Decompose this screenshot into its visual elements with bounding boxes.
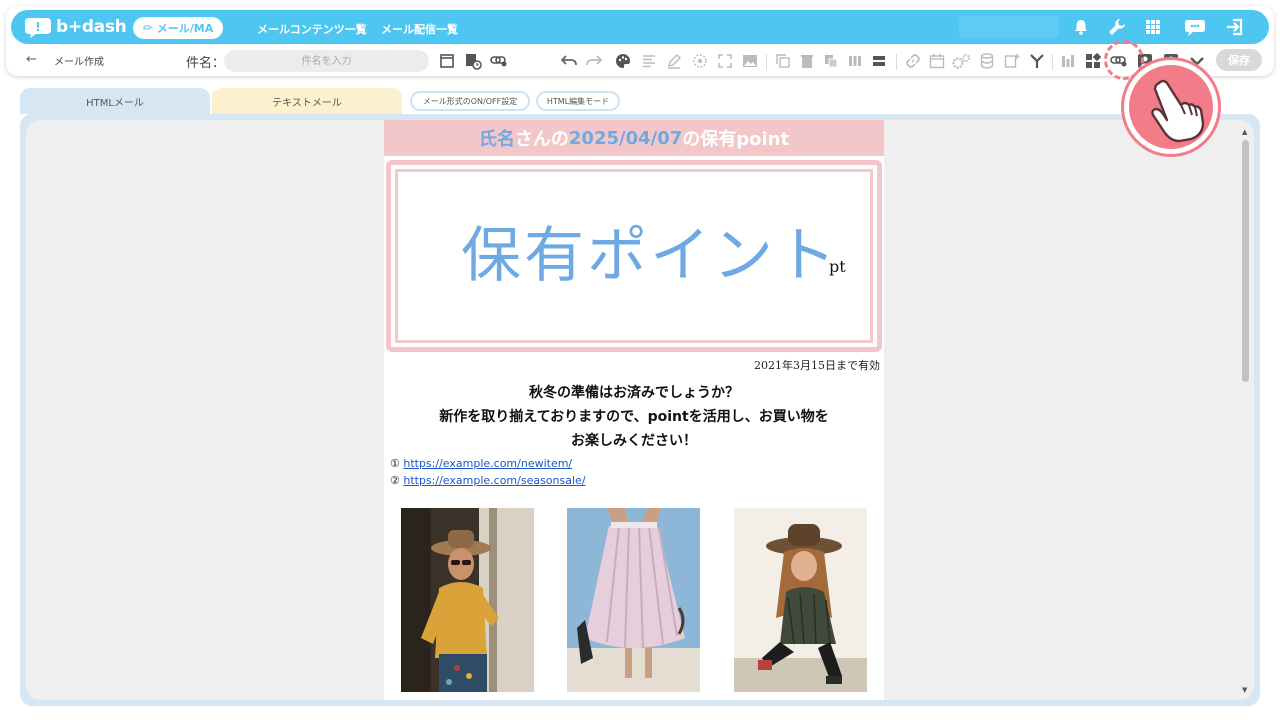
header-mid-text: さんの — [514, 129, 569, 150]
toolbar-separator — [1052, 54, 1053, 70]
validity-date-text: 2021年3月15日まで有効 — [754, 359, 880, 372]
database-icon[interactable] — [976, 49, 998, 73]
toolbar-separator — [896, 54, 897, 70]
nav-mail-delivery-link[interactable]: メール配信一覧 — [381, 21, 458, 37]
message-line: お楽しみください！ — [571, 433, 697, 449]
scroll-up-arrow-icon[interactable]: ▲ — [1242, 128, 1247, 136]
rows-icon[interactable] — [868, 49, 890, 73]
pencil-icon: ✏ — [142, 21, 153, 35]
logout-icon[interactable] — [1223, 15, 1247, 39]
speech-bubble-logo-icon: ! — [25, 18, 51, 38]
header-name-var: 氏名 — [478, 129, 515, 150]
header-date-var: 2025/04/07 — [568, 127, 683, 149]
nav-mail-ma-label: メール/MA — [156, 22, 214, 35]
points-box[interactable]: 保有ポイント pt — [386, 160, 882, 352]
undo-icon[interactable] — [558, 49, 580, 73]
palette-icon[interactable] — [612, 49, 634, 73]
link-icon[interactable] — [902, 49, 924, 73]
columns-icon[interactable] — [844, 49, 866, 73]
trash-icon[interactable] — [796, 49, 818, 73]
template-icon[interactable] — [436, 49, 458, 73]
header-tail-text: の保有point — [682, 129, 790, 150]
product-photo-hat-sitting[interactable] — [734, 508, 867, 692]
duplicate-icon[interactable] — [820, 49, 842, 73]
copy-icon[interactable] — [772, 49, 794, 73]
nav-mail-contents-link[interactable]: メールコンテンツ一覧 — [257, 21, 367, 37]
subject-input[interactable] — [224, 50, 429, 72]
back-arrow-icon[interactable]: ← — [26, 52, 37, 67]
fullscreen-icon[interactable] — [714, 49, 736, 73]
editor-canvas: 氏名 さんの 2025/04/07 の保有point 保有ポイント pt 202… — [26, 120, 1254, 700]
add-doc-icon[interactable] — [1001, 49, 1023, 73]
editor-toolbar: ← メール作成 件名： 件名を入力 保存 — [6, 46, 1274, 76]
email-header-banner[interactable]: 氏名 さんの 2025/04/07 の保有point — [384, 120, 884, 156]
mail-format-toggle-button[interactable]: メール形式のON/OFF設定 — [410, 91, 530, 111]
tab-html-mail[interactable]: HTMLメール — [20, 88, 210, 114]
link-row: ① https://example.com/newitem/ — [390, 457, 572, 470]
scroll-down-arrow-icon[interactable]: ▼ — [1242, 686, 1247, 694]
link-settings-icon[interactable] — [488, 49, 510, 73]
app-header: ! b+dash ✏ メール/MA メールコンテンツ一覧 メール配信一覧 ← メ… — [6, 6, 1274, 76]
subject-label: 件名： — [186, 56, 226, 71]
tab-text-mail[interactable]: テキストメール — [212, 88, 402, 114]
points-title: 保有ポイント — [461, 221, 839, 291]
nav-mail-ma-button[interactable]: ✏ メール/MA — [133, 17, 223, 39]
link-row: ② https://example.com/seasonsale/ — [390, 474, 586, 487]
support-chat-icon[interactable] — [1183, 15, 1207, 39]
save-button[interactable]: 保存 — [1216, 49, 1262, 71]
bell-icon[interactable] — [1069, 15, 1093, 39]
product-photo-yellow-sweater[interactable] — [401, 508, 534, 692]
email-preview[interactable]: 氏名 さんの 2025/04/07 の保有point 保有ポイント pt 202… — [384, 120, 884, 700]
newitem-link[interactable]: https://example.com/newitem/ — [403, 457, 572, 470]
message-line: 新作を取り揃えておりますので、pointを活用し、お買い物を — [439, 409, 829, 425]
grid-apps-icon[interactable] — [1141, 15, 1165, 39]
image-icon[interactable] — [739, 49, 761, 73]
page-title: メール作成 — [54, 57, 104, 68]
schedule-icon[interactable] — [462, 49, 484, 73]
chart-icon[interactable] — [1058, 49, 1080, 73]
pen-icon[interactable] — [663, 49, 685, 73]
brand-logo[interactable]: ! b+dash — [23, 14, 127, 40]
puzzle-icon[interactable] — [1082, 49, 1104, 73]
points-unit: pt — [829, 257, 846, 276]
svg-text:!: ! — [35, 20, 40, 34]
vertical-scrollbar[interactable]: ▲ ▼ — [1241, 128, 1250, 694]
editor-frame: 氏名 さんの 2025/04/07 の保有point 保有ポイント pt 202… — [20, 114, 1260, 706]
scrollbar-thumb[interactable] — [1242, 140, 1249, 382]
wrench-icon[interactable] — [1105, 15, 1129, 39]
link-number: ② — [390, 474, 400, 487]
redo-icon[interactable] — [583, 49, 605, 73]
gears-icon[interactable] — [950, 49, 972, 73]
brand-logo-text: b+dash — [56, 17, 127, 37]
html-edit-mode-button[interactable]: HTML編集モード — [536, 91, 620, 111]
link-number: ① — [390, 457, 400, 470]
align-icon[interactable] — [638, 49, 660, 73]
account-info-box — [959, 16, 1059, 38]
pointing-hand-icon — [1124, 60, 1218, 154]
message-line: 秋冬の準備はお済みでしょうか？ — [529, 385, 739, 401]
product-photo-pleated-skirt[interactable] — [567, 508, 700, 692]
target-icon[interactable] — [689, 49, 711, 73]
top-navigation-bar: ! b+dash ✏ メール/MA メールコンテンツ一覧 メール配信一覧 — [11, 10, 1269, 44]
branch-icon[interactable] — [1026, 49, 1048, 73]
seasonsale-link[interactable]: https://example.com/seasonsale/ — [403, 474, 585, 487]
toolbar-separator — [766, 54, 767, 70]
calendar-icon[interactable] — [926, 49, 948, 73]
